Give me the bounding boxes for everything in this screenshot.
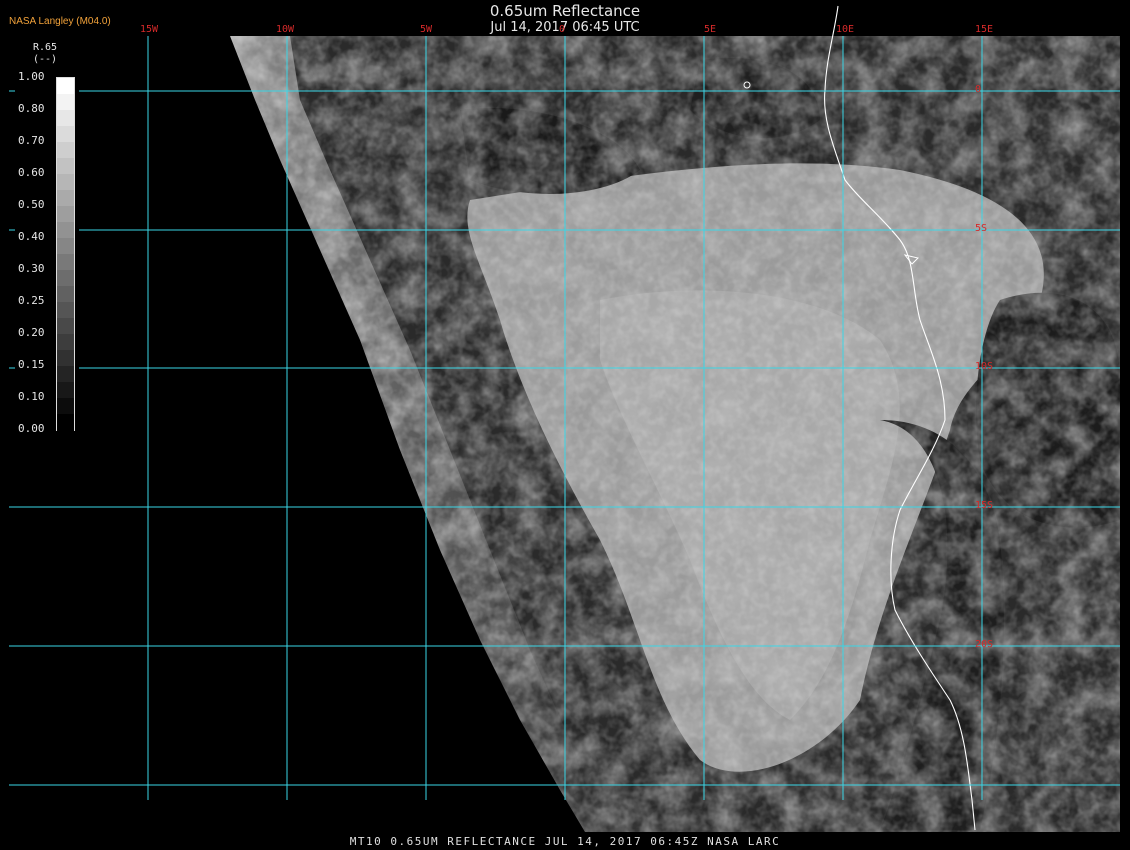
lat-label-10s: 10S [975, 361, 994, 372]
legend-tick-label: 0.15 [18, 358, 45, 371]
legend-color-step [57, 110, 74, 127]
lon-label-0: 0 [559, 24, 566, 35]
legend-colorbar [56, 77, 75, 431]
legend-color-step [57, 318, 74, 335]
map-title: 0.65um Reflectance [489, 2, 641, 20]
legend-color-step [57, 94, 74, 111]
legend-color-step [57, 350, 74, 367]
legend-color-step [57, 222, 74, 239]
legend-units: (--) [33, 54, 58, 65]
lon-label-10w: 10W [276, 24, 295, 35]
legend-tick-label: 0.40 [18, 230, 45, 243]
legend-color-step [57, 158, 74, 175]
legend-tick-label: 0.20 [18, 326, 45, 339]
legend-color-step [57, 286, 74, 303]
footer-caption: MT10 0.65UM REFLECTANCE JUL 14, 2017 06:… [349, 835, 781, 848]
legend-color-step [57, 398, 74, 415]
legend-color-step [57, 142, 74, 159]
legend-color-step [57, 238, 74, 255]
lon-label-15w: 15W [140, 24, 159, 35]
reflectance-legend: R.65 (--) 1.00 0.80 0.70 0.60 0.50 0.40 0.30 0.… [15, 38, 79, 440]
legend-tick-label: 0.30 [18, 262, 45, 275]
lat-label-15s: 15S [975, 500, 994, 511]
legend-tick-label: 0.60 [18, 166, 45, 179]
legend-tick-label: 0.25 [18, 294, 45, 307]
legend-tick-label: 0.80 [18, 102, 45, 115]
legend-color-step [57, 334, 74, 351]
lat-label-20s: 20S [975, 639, 994, 650]
legend-color-step [57, 302, 74, 319]
legend-tick-label: 0.70 [18, 134, 45, 147]
legend-color-step [57, 254, 74, 271]
lon-label-5w: 5W [420, 24, 433, 35]
legend-title: R.65 [33, 42, 58, 53]
legend-color-step [57, 366, 74, 383]
legend-tick-label: 0.00 [18, 422, 45, 435]
legend-tick-label: 0.10 [18, 390, 45, 403]
legend-color-step [57, 190, 74, 207]
legend-color-step [57, 206, 74, 223]
legend-color-step [57, 78, 74, 95]
lat-label-0: 0 [975, 84, 982, 95]
legend-tick-label: 0.50 [18, 198, 45, 211]
lon-label-5e: 5E [704, 24, 717, 35]
lat-label-5s: 5S [975, 223, 988, 234]
legend-color-step [57, 174, 74, 191]
legend-tick-label: 1.00 [18, 70, 45, 83]
lon-label-15e: 15E [975, 24, 994, 35]
legend-color-step [57, 126, 74, 143]
legend-color-step [57, 414, 74, 431]
legend-color-step [57, 382, 74, 399]
lon-label-10e: 10E [836, 24, 855, 35]
legend-color-step [57, 270, 74, 287]
satellite-map [9, 5, 1120, 832]
